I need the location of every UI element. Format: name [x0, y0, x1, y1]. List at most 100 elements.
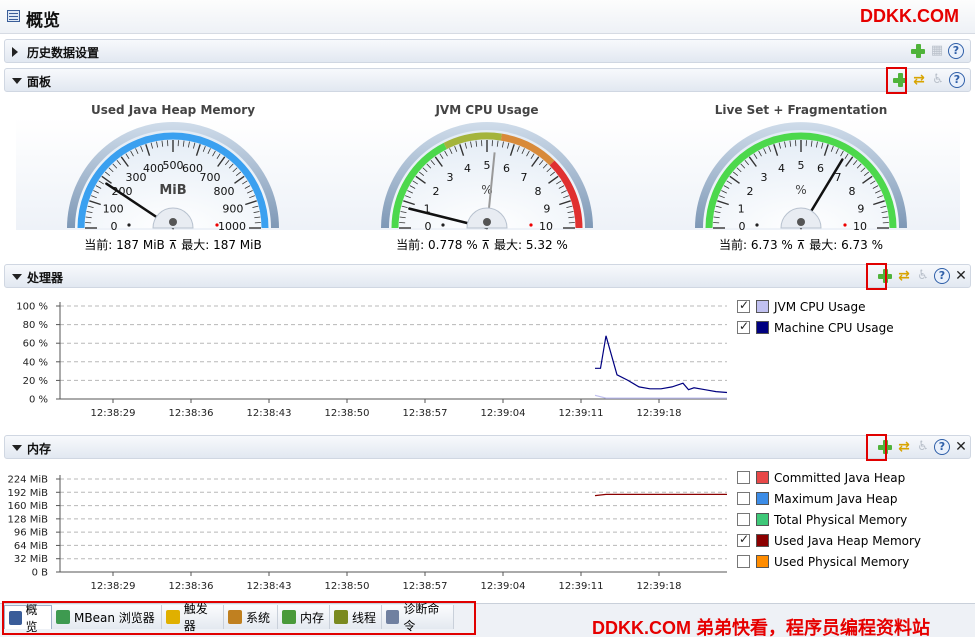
x-tick-label: 12:39:18	[637, 581, 682, 592]
legend-item[interactable]: JVM CPU Usage	[737, 298, 866, 315]
gauge-tick-label: 700	[200, 171, 221, 184]
y-tick-label: 60 %	[23, 339, 48, 350]
y-tick-label: 80 %	[23, 320, 48, 331]
gauges-svg: 01002003004005006007008009001000MiB01234…	[67, 122, 907, 233]
y-tick-label: 128 MiB	[7, 514, 48, 525]
legend-label: Committed Java Heap	[774, 470, 906, 485]
legend-item[interactable]: Committed Java Heap	[737, 469, 905, 486]
overview-icon	[7, 10, 20, 22]
legend-label: Used Java Heap Memory	[774, 533, 922, 548]
section-dashboard-header[interactable]: 面板 ⇄ ♿ ?	[4, 68, 971, 92]
gauge-tick-label: 4	[464, 162, 471, 175]
gauge-tick-label: 400	[143, 162, 164, 175]
x-tick-label: 12:38:57	[403, 408, 448, 419]
x-tick-label: 12:38:29	[91, 408, 136, 419]
section-memory-title: 内存	[27, 442, 52, 456]
x-tick-label: 12:39:11	[559, 408, 604, 419]
legend-checkbox[interactable]	[737, 532, 750, 547]
help-icon[interactable]: ?	[934, 268, 950, 284]
series-line-1	[595, 335, 728, 394]
legend-label: Maximum Java Heap	[774, 491, 898, 506]
gauge-tick-label: 2	[747, 185, 754, 198]
x-tick-label: 12:38:29	[91, 581, 136, 592]
add-icon[interactable]	[910, 43, 926, 59]
gauge-min-marker	[755, 223, 759, 227]
legend-label: Total Physical Memory	[774, 512, 908, 527]
gauge-hub-center	[483, 218, 491, 226]
legend-swatch	[756, 492, 769, 505]
legend-checkbox[interactable]	[737, 492, 750, 505]
gauge-tick-label: 9	[857, 203, 864, 216]
gauge-tick-label: 3	[446, 171, 453, 184]
highlight-box	[866, 434, 887, 461]
accessibility-disabled-icon: ♿	[932, 72, 944, 87]
gauge-tick-label: 8	[534, 185, 541, 198]
highlight-box	[886, 67, 907, 94]
gauge-tick-label: 800	[213, 185, 234, 198]
x-tick-label: 12:39:18	[637, 408, 682, 419]
y-tick-label: 0 %	[29, 395, 48, 406]
close-icon[interactable]: ✕	[953, 439, 969, 455]
highlight-box	[866, 263, 887, 290]
legend-item[interactable]: Used Physical Memory	[737, 553, 909, 570]
x-tick-label: 12:38:57	[403, 581, 448, 592]
gauge-min-marker	[127, 223, 131, 227]
x-tick-label: 12:39:04	[481, 408, 526, 419]
accessibility-disabled-icon: ♿	[917, 268, 929, 283]
gauge-tick-label: 8	[848, 185, 855, 198]
help-icon[interactable]: ?	[949, 72, 965, 88]
close-icon[interactable]: ✕	[953, 268, 969, 284]
help-icon[interactable]: ?	[948, 43, 964, 59]
gauge-tick-label: 1	[738, 203, 745, 216]
legend-checkbox[interactable]	[737, 298, 750, 313]
gauge-tick-label: 2	[433, 185, 440, 198]
section-processor-header[interactable]: 处理器 ⇄ ♿ ? ✕	[4, 264, 971, 288]
collapse-icon[interactable]	[12, 78, 22, 84]
legend-checkbox[interactable]	[737, 471, 750, 484]
gauge-title-heap: Used Java Heap Memory	[90, 103, 256, 117]
section-history-header[interactable]: 历史数据设置 ▦ ?	[4, 39, 971, 63]
legend-item[interactable]: Used Java Heap Memory	[737, 532, 921, 549]
series-line-3	[594, 493, 727, 497]
legend-label: Used Physical Memory	[774, 554, 910, 569]
y-tick-label: 100 %	[16, 302, 48, 313]
gauge-footer-heap: 当前: 187 MiB ⊼ 最大: 187 MiB	[84, 238, 262, 252]
y-tick-label: 32 MiB	[14, 554, 48, 565]
title-bar: 概览 DDKK.COM	[0, 0, 975, 34]
watermark: DDKK.COM	[860, 6, 959, 26]
gauge-max-marker	[215, 223, 219, 227]
legend-swatch	[756, 555, 769, 568]
expand-icon[interactable]	[12, 47, 18, 57]
legend-checkbox[interactable]	[737, 319, 750, 334]
legend-item[interactable]: Total Physical Memory	[737, 511, 907, 528]
legend-swatch	[756, 534, 769, 547]
sync-icon[interactable]: ⇄	[896, 439, 912, 455]
x-tick-label: 12:38:36	[169, 581, 214, 592]
legend-checkbox[interactable]	[737, 555, 750, 568]
page-title: 概览	[26, 11, 60, 31]
section-memory-header[interactable]: 内存 ⇄ ♿ ? ✕	[4, 435, 971, 459]
gauge-max-marker	[529, 223, 533, 227]
gauge-tick-label: 5	[484, 159, 491, 172]
help-icon[interactable]: ?	[934, 439, 950, 455]
gauge-tick-label: 4	[778, 162, 785, 175]
legend-item[interactable]: Maximum Java Heap	[737, 490, 897, 507]
legend-item[interactable]: Machine CPU Usage	[737, 319, 894, 336]
gauge-tick-label: 6	[817, 162, 824, 175]
sync-icon[interactable]: ⇄	[911, 72, 927, 88]
collapse-icon[interactable]	[12, 445, 22, 451]
gauge-hub-center	[169, 218, 177, 226]
sync-icon[interactable]: ⇄	[896, 268, 912, 284]
legend-swatch	[756, 321, 769, 334]
gauge-max-marker	[843, 223, 847, 227]
section-processor-title: 处理器	[27, 271, 64, 285]
y-tick-label: 224 MiB	[7, 475, 48, 486]
x-tick-label: 12:38:50	[325, 581, 370, 592]
legend-checkbox[interactable]	[737, 513, 750, 526]
gauge-tick-label: 0	[425, 220, 432, 233]
y-tick-label: 0 B	[32, 568, 49, 579]
gauge-unit: MiB	[159, 183, 186, 198]
gauge-tick-label: 3	[760, 171, 767, 184]
collapse-icon[interactable]	[12, 274, 22, 280]
gauge-min-marker	[441, 223, 445, 227]
